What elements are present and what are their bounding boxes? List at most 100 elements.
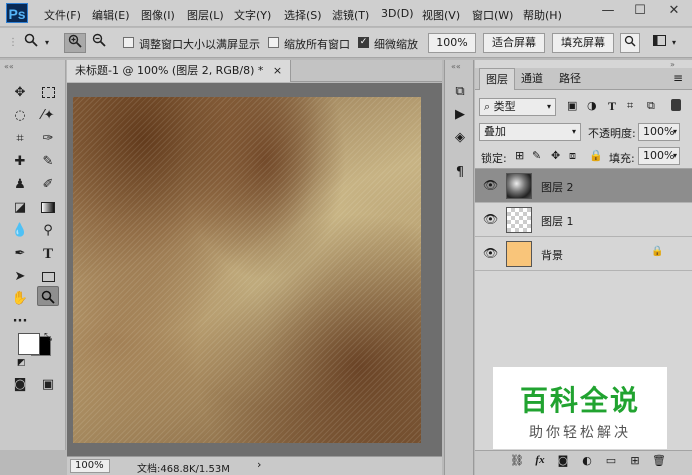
search-icon[interactable] [620,33,640,53]
document-tab[interactable]: 未标题-1 @ 100% (图层 2, RGB/8) * × [67,60,292,82]
layer-row[interactable]: 👁 图层 1 [475,203,692,237]
visibility-eye-icon[interactable]: 👁 [483,246,498,260]
filter-pixel-icon[interactable]: ▣ [567,99,577,112]
maximize-button[interactable]: ☐ [626,2,654,20]
zoom-all-windows-checkbox[interactable] [268,37,279,48]
resize-windows-checkbox[interactable] [123,37,134,48]
filter-shape-icon[interactable]: ⌗ [627,99,633,113]
close-document-icon[interactable]: × [273,64,282,77]
fill-screen-button[interactable]: 填充屏幕 [552,33,614,53]
minimize-button[interactable]: — [594,2,622,20]
menu-file[interactable]: 文件(F) [44,7,81,23]
canvas-image[interactable] [73,97,421,443]
hand-tool-icon[interactable]: ✋ [9,289,31,309]
panel-tabs: 图层 通道 路径 ≡ [475,68,692,90]
blur-tool-icon[interactable]: 💧 [9,221,31,241]
status-menu-icon[interactable]: › [257,458,261,471]
blend-mode-dropdown[interactable]: 叠加 ▾ [479,123,581,141]
adjustment-icon[interactable]: ◐ [577,454,597,467]
lasso-tool-icon[interactable]: ◌ [9,106,31,126]
quick-mask-icon[interactable]: ◙ [9,375,31,395]
pen-tool-icon[interactable]: ✒ [9,244,31,264]
filter-type-icon[interactable]: T [608,99,616,114]
close-button[interactable]: ✕ [660,2,688,20]
menu-window[interactable]: 窗口(W) [472,7,513,23]
eraser-tool-icon[interactable]: ◪ [9,198,31,218]
foreground-color-swatch[interactable] [18,333,40,355]
toolbar-collapse-icon[interactable]: «« [4,62,14,71]
fit-screen-button[interactable]: 适合屏幕 [483,33,545,53]
path-selection-tool-icon[interactable]: ➤ [9,267,31,287]
fx-icon[interactable]: fx [530,454,550,466]
dodge-tool-icon[interactable]: ⚲ [37,221,59,241]
paragraph-panel-icon[interactable]: ¶ [449,163,471,183]
menu-help[interactable]: 帮助(H) [523,7,562,23]
layer-row[interactable]: 👁 背景 🔒 [475,237,692,271]
chevron-down-icon: ▾ [546,102,551,111]
new-layer-icon[interactable]: ⊞ [625,454,645,467]
more-tools-icon[interactable]: ··· [9,312,31,332]
visibility-eye-icon[interactable]: 👁 [483,178,498,192]
crop-tool-icon[interactable]: ⌗ [9,129,31,149]
workspace-dropdown-icon[interactable]: ▾ [669,33,679,53]
zoom-tool-preset-icon[interactable] [20,33,42,53]
layer-filter-dropdown[interactable]: ⌕ 类型 ▾ [479,98,556,116]
scrubby-zoom-checkbox[interactable]: ✓ [358,37,369,48]
clone-stamp-tool-icon[interactable]: ♟ [9,175,31,195]
filter-adjustment-icon[interactable]: ◑ [587,99,597,112]
menu-filter[interactable]: 滤镜(T) [332,7,369,23]
history-panel-icon[interactable]: ⧉ [449,82,471,102]
menu-edit[interactable]: 编辑(E) [92,7,130,23]
zoom-tool-icon[interactable] [37,286,59,306]
dock-collapse-icon[interactable]: «« [451,62,461,71]
move-tool-icon[interactable]: ✥ [9,83,31,103]
link-icon[interactable]: ⛓ [507,454,527,467]
lock-artboard-icon[interactable]: ⧈ [569,149,576,163]
tab-layers[interactable]: 图层 [479,68,515,90]
fill-field[interactable]: 100% ▾ [638,147,680,165]
menu-image[interactable]: 图像(I) [141,7,175,23]
screen-mode-icon[interactable]: ▣ [37,375,59,395]
zoom-in-icon[interactable] [64,33,86,53]
zoom-out-icon[interactable] [88,33,110,53]
filter-toggle-icon[interactable] [671,99,681,111]
preset-dropdown-icon[interactable]: ▾ [42,33,52,53]
magic-wand-tool-icon[interactable]: ⁄✦ [37,106,59,126]
tab-paths[interactable]: 路径 [553,68,587,90]
workspace-icon[interactable] [650,33,668,53]
menu-type[interactable]: 文字(Y) [234,7,271,23]
marquee-tool-icon[interactable] [37,83,59,103]
healing-brush-tool-icon[interactable]: ✚ [9,152,31,172]
default-colors-icon[interactable]: ◩ [17,358,26,368]
zoom-level-field[interactable]: 100% [70,459,110,473]
visibility-eye-icon[interactable]: 👁 [483,212,498,226]
gradient-tool-icon[interactable] [37,198,59,218]
menu-3d[interactable]: 3D(D) [381,7,414,20]
opacity-field[interactable]: 100% ▾ [638,123,680,141]
swap-colors-icon[interactable]: ⤡ [44,332,52,343]
eyedropper-tool-icon[interactable]: ✑ [37,129,59,149]
lock-pixels-icon[interactable]: ✎ [532,149,541,162]
lock-transparent-icon[interactable]: ⊞ [515,149,524,162]
filter-smart-object-icon[interactable]: ⧉ [647,99,655,113]
trash-icon[interactable]: 🗑 [649,454,669,467]
brush-tool-icon[interactable]: ✎ [37,152,59,172]
document-title: 未标题-1 @ 100% (图层 2, RGB/8) * [75,64,264,77]
history-brush-tool-icon[interactable]: ✐ [37,175,59,195]
menu-select[interactable]: 选择(S) [284,7,322,23]
rectangle-tool-icon[interactable] [37,267,59,287]
tab-channels[interactable]: 通道 [515,68,549,90]
actions-panel-icon[interactable]: ▶ [449,105,471,125]
menu-view[interactable]: 视图(V) [422,7,460,23]
3d-panel-icon[interactable]: ◈ [449,128,471,148]
group-icon[interactable]: ▭ [601,454,621,467]
zoom-100-button[interactable]: 100% [428,33,476,53]
lock-all-icon[interactable]: 🔒 [589,149,603,162]
layer-row[interactable]: 👁 图层 2 [475,169,692,203]
menu-layer[interactable]: 图层(L) [187,7,224,23]
mask-icon[interactable]: ◙ [553,454,573,467]
panel-menu-icon[interactable]: ≡ [673,71,683,85]
lock-position-icon[interactable]: ✥ [551,149,560,162]
chevron-down-icon: ▾ [672,127,677,136]
type-tool-icon[interactable]: T [37,244,59,264]
